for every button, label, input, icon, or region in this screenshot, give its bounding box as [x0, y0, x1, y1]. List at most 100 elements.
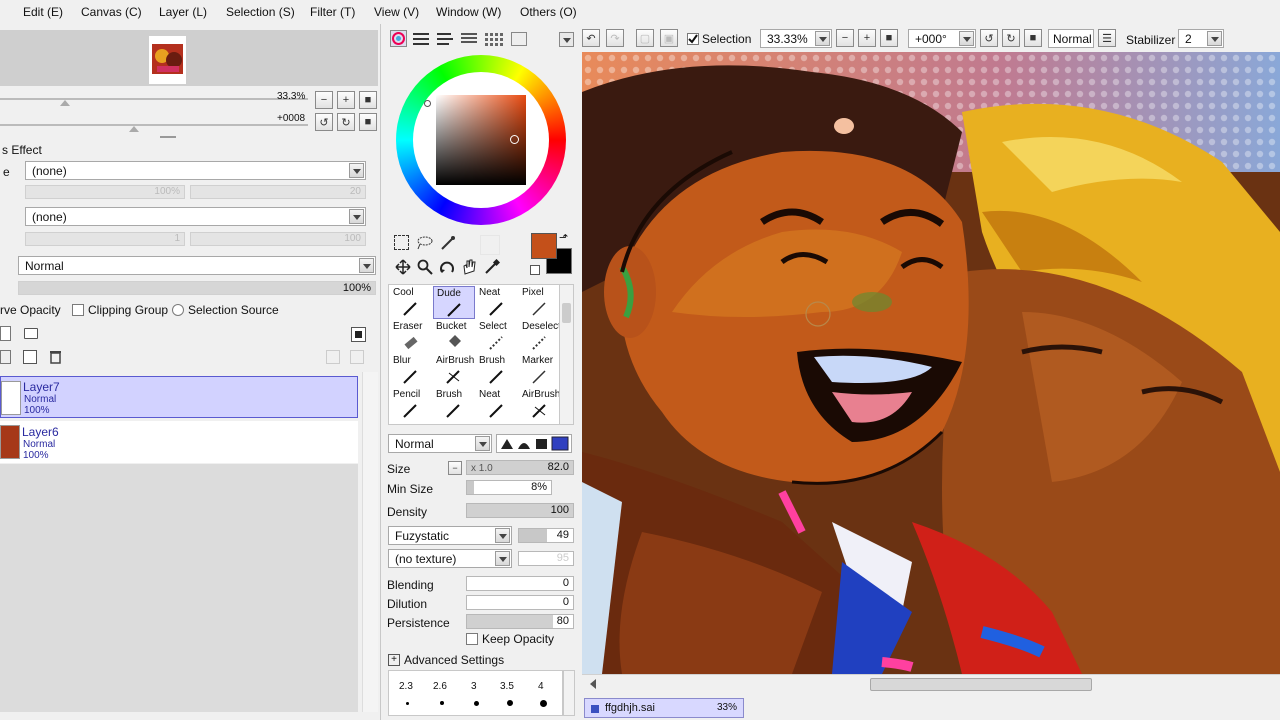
- texture-strength-slider[interactable]: 20: [190, 185, 366, 199]
- canvas-rotate-left-button[interactable]: ↺: [980, 29, 998, 47]
- document-tab[interactable]: ffgdhjh.sai 33%: [584, 698, 744, 718]
- selection-source-radio[interactable]: [172, 304, 184, 316]
- hue-cursor[interactable]: [424, 100, 431, 107]
- brush-shape-selector[interactable]: [496, 434, 572, 453]
- canvas-rotation-dropdown[interactable]: +000°: [908, 29, 976, 48]
- transparent-color-icon[interactable]: [530, 265, 540, 275]
- zoom-icon[interactable]: [417, 259, 433, 275]
- tool-neat-2[interactable]: Neat: [476, 388, 518, 421]
- swap-colors-icon[interactable]: ⬏: [559, 231, 568, 244]
- tool-eraser[interactable]: Eraser: [390, 320, 432, 353]
- panel-divider[interactable]: [160, 136, 176, 138]
- scratchpad-icon[interactable]: [511, 32, 527, 46]
- zoom-reset-button[interactable]: ■: [359, 91, 377, 109]
- new-layer-icon[interactable]: [0, 326, 11, 341]
- color-mix-icon[interactable]: [461, 32, 477, 46]
- move-icon[interactable]: [395, 259, 411, 275]
- brush-blend-mode-dropdown[interactable]: Normal: [388, 434, 492, 453]
- rotate-icon[interactable]: [439, 259, 455, 275]
- tool-blur[interactable]: Blur: [390, 354, 432, 387]
- hand-icon[interactable]: [461, 259, 477, 275]
- layer-list-scrollbar[interactable]: [362, 372, 378, 712]
- tool-pixel[interactable]: Pixel: [519, 286, 561, 319]
- tool-brush[interactable]: Brush: [476, 354, 518, 387]
- menu-view[interactable]: View (V): [374, 5, 419, 19]
- color-picker-cursor[interactable]: [510, 135, 519, 144]
- size-slider[interactable]: x 1.0 82.0: [466, 460, 574, 475]
- size-preset-dot[interactable]: [474, 701, 479, 706]
- view-blend-mode-dropdown[interactable]: Normal: [1048, 29, 1094, 48]
- size-preset-label[interactable]: 3: [471, 681, 477, 692]
- layer-item-layer7[interactable]: Layer7 Normal 100%: [0, 376, 358, 418]
- trash-icon[interactable]: [49, 349, 62, 364]
- selection-checkbox[interactable]: [687, 33, 699, 45]
- brush-texture-strength[interactable]: 95: [518, 551, 574, 566]
- zoom-slider-track[interactable]: [0, 98, 308, 100]
- size-preset-label[interactable]: 3.5: [500, 681, 514, 692]
- size-preset-label[interactable]: 2.3: [399, 681, 413, 692]
- color-wheel[interactable]: [396, 55, 566, 225]
- menu-layer[interactable]: Layer (L): [159, 5, 207, 19]
- menu-selection[interactable]: Selection (S): [226, 5, 295, 19]
- brush-texture-dropdown[interactable]: (no texture): [388, 549, 512, 568]
- size-preset-label[interactable]: 2.6: [433, 681, 447, 692]
- navigator-preview-area[interactable]: [0, 30, 378, 86]
- merge-layer-icon[interactable]: [0, 350, 11, 364]
- canvas-rotation-reset-button[interactable]: ■: [1024, 29, 1042, 47]
- size-preset-dot[interactable]: [440, 701, 444, 705]
- dilution-slider[interactable]: 0: [466, 595, 574, 610]
- tool-grid-scrollbar[interactable]: [559, 284, 574, 425]
- size-preset-scrollbar[interactable]: [563, 670, 575, 716]
- stabilizer-dropdown[interactable]: 2: [1178, 29, 1224, 48]
- zoom-out-button[interactable]: −: [315, 91, 333, 109]
- min-size-slider[interactable]: 8%: [466, 480, 552, 495]
- canvas-zoom-reset-button[interactable]: ■: [880, 29, 898, 47]
- persistence-slider[interactable]: 80: [466, 614, 574, 629]
- lasso-icon[interactable]: [416, 235, 434, 250]
- density-slider[interactable]: 100: [466, 503, 574, 518]
- eyedropper-icon[interactable]: [484, 258, 501, 275]
- zoom-slider-thumb[interactable]: [60, 100, 70, 106]
- rotation-slider-thumb[interactable]: [129, 126, 139, 132]
- preserve-opacity-label[interactable]: rve Opacity: [0, 303, 61, 317]
- tool-bucket[interactable]: Bucket: [433, 320, 475, 353]
- invert-selection-button[interactable]: ▣: [660, 29, 678, 47]
- brush-shape-dropdown[interactable]: Fuzystatic: [388, 526, 512, 545]
- texture-dropdown[interactable]: (none): [25, 161, 366, 180]
- swatches-icon[interactable]: [485, 32, 503, 46]
- size-preset-label[interactable]: 4: [538, 681, 544, 692]
- menu-edit[interactable]: Edit (E): [23, 5, 63, 19]
- effect-dropdown[interactable]: (none): [25, 207, 366, 226]
- rotation-slider-track[interactable]: [0, 124, 308, 126]
- menu-others[interactable]: Others (O): [520, 5, 577, 19]
- rotate-right-button[interactable]: ↻: [337, 113, 355, 131]
- size-preset-dot[interactable]: [406, 702, 409, 705]
- size-preset-dot[interactable]: [507, 700, 513, 706]
- tool-pencil[interactable]: Pencil: [390, 388, 432, 421]
- scroll-left-icon[interactable]: [586, 679, 596, 689]
- folder-icon[interactable]: [24, 328, 38, 339]
- clear-layer-icon[interactable]: [23, 350, 37, 364]
- rotate-left-button[interactable]: ↺: [315, 113, 333, 131]
- menu-window[interactable]: Window (W): [436, 5, 501, 19]
- tool-brush-2[interactable]: Brush: [433, 388, 475, 421]
- canvas-zoom-in-button[interactable]: +: [858, 29, 876, 47]
- zoom-in-button[interactable]: +: [337, 91, 355, 109]
- size-preset-dot[interactable]: [540, 700, 547, 707]
- plus-icon[interactable]: +: [388, 654, 400, 666]
- blending-slider[interactable]: 0: [466, 576, 574, 591]
- canvas-horizontal-scrollbar[interactable]: [582, 674, 1280, 694]
- effect-width-slider[interactable]: 1: [25, 232, 185, 246]
- canvas-zoom-dropdown[interactable]: 33.33%: [760, 29, 832, 48]
- keep-opacity-checkbox[interactable]: [466, 633, 478, 645]
- scrollbar-thumb[interactable]: [562, 303, 571, 323]
- tool-marker[interactable]: Marker: [519, 354, 561, 387]
- effect-strength-slider[interactable]: 100: [190, 232, 366, 246]
- menu-canvas[interactable]: Canvas (C): [81, 5, 142, 19]
- rect-select-icon[interactable]: [394, 235, 409, 250]
- brush-shape-strength[interactable]: 49: [518, 528, 574, 543]
- clipping-group-checkbox[interactable]: [72, 304, 84, 316]
- magic-wand-icon[interactable]: [440, 235, 456, 251]
- texture-scale-slider[interactable]: 100%: [25, 185, 185, 199]
- flip-view-button[interactable]: ☰: [1098, 29, 1116, 47]
